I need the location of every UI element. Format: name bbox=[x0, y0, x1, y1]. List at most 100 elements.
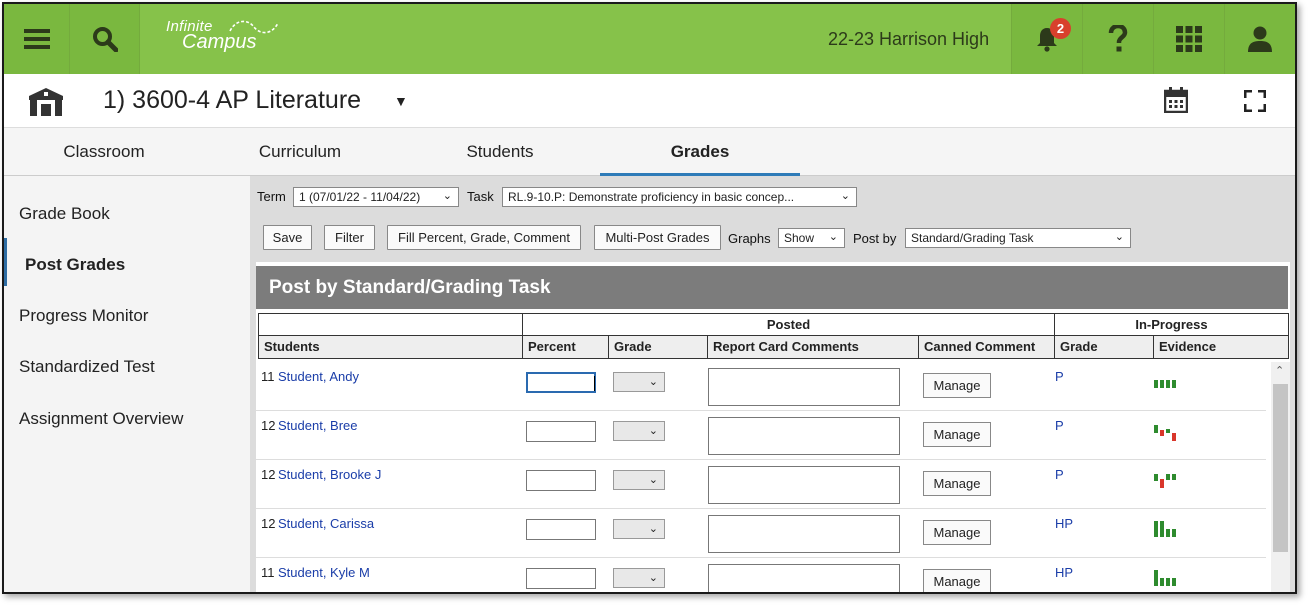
user-icon bbox=[1248, 26, 1272, 52]
chevron-down-icon: ⌄ bbox=[648, 572, 658, 584]
chevron-down-icon: ⌄ bbox=[648, 523, 658, 535]
in-progress-grade-link[interactable]: P bbox=[1055, 369, 1064, 384]
grade-select[interactable]: ⌄ bbox=[613, 372, 665, 392]
evidence-graph-icon[interactable] bbox=[1153, 421, 1183, 443]
page-title[interactable]: 1) 3600-4 AP Literature bbox=[103, 86, 361, 115]
apps-grid-icon bbox=[1176, 26, 1202, 52]
student-name-link[interactable]: Student, Andy bbox=[278, 369, 359, 384]
in-progress-grade-link[interactable]: P bbox=[1055, 418, 1064, 433]
scrollbar-thumb[interactable] bbox=[1273, 384, 1288, 552]
notifications-button[interactable]: 2 bbox=[1011, 4, 1082, 74]
report-card-comment-textarea[interactable] bbox=[708, 417, 900, 455]
evidence-graph-icon[interactable] bbox=[1153, 470, 1183, 492]
sidebar-item-grade-book[interactable]: Grade Book bbox=[19, 204, 110, 224]
apps-button[interactable] bbox=[1153, 4, 1224, 74]
school-building-icon[interactable] bbox=[29, 88, 63, 116]
sidebar-item-standardized-test[interactable]: Standardized Test bbox=[19, 357, 155, 377]
column-header-percent: Percent bbox=[522, 336, 609, 359]
student-name-link[interactable]: Student, Kyle M bbox=[278, 565, 370, 580]
student-grade-level: 12 bbox=[261, 467, 276, 482]
grade-select[interactable]: ⌄ bbox=[613, 470, 665, 490]
search-button[interactable] bbox=[70, 4, 140, 74]
calendar-icon[interactable] bbox=[1164, 87, 1188, 113]
chevron-down-icon: ⌄ bbox=[840, 190, 850, 202]
save-button[interactable]: Save bbox=[263, 225, 312, 250]
student-grade-level: 12 bbox=[261, 516, 276, 531]
term-label: Term bbox=[257, 189, 286, 204]
post-grades-panel: Post by Standard/Grading Task Posted In-… bbox=[256, 262, 1290, 592]
search-icon bbox=[92, 27, 118, 52]
student-grade-level: 11 bbox=[261, 369, 275, 384]
fullscreen-icon[interactable] bbox=[1244, 90, 1266, 112]
sidebar-item-progress-monitor[interactable]: Progress Monitor bbox=[19, 306, 148, 326]
tab-grades[interactable]: Grades bbox=[600, 128, 800, 176]
column-header-ip-grade: Grade bbox=[1054, 336, 1154, 359]
multi-post-grades-button[interactable]: Multi-Post Grades bbox=[594, 225, 721, 250]
student-name-link[interactable]: Student, Brooke J bbox=[278, 467, 381, 482]
manage-canned-comment-button[interactable]: Manage bbox=[923, 471, 991, 496]
school-name[interactable]: 22-23 Harrison High bbox=[828, 29, 989, 50]
report-card-comment-textarea[interactable] bbox=[708, 368, 900, 406]
chevron-down-icon: ⌄ bbox=[1114, 231, 1124, 243]
grade-select[interactable]: ⌄ bbox=[613, 421, 665, 441]
menu-icon bbox=[23, 29, 50, 49]
sidebar-item-assignment-overview[interactable]: Assignment Overview bbox=[19, 409, 183, 429]
term-select-value: 1 (07/01/22 - 11/04/22) bbox=[299, 190, 421, 204]
main-content: Term 1 (07/01/22 - 11/04/22) ⌄ Task RL.9… bbox=[250, 176, 1295, 592]
panel-title: Post by Standard/Grading Task bbox=[256, 266, 1288, 309]
report-card-comment-textarea[interactable] bbox=[708, 466, 900, 504]
graphs-select[interactable]: Show ⌄ bbox=[778, 228, 845, 248]
chevron-down-icon: ⌄ bbox=[828, 231, 838, 243]
evidence-graph-icon[interactable] bbox=[1153, 519, 1183, 541]
section-dropdown-icon[interactable]: ▼ bbox=[394, 93, 408, 109]
percent-input[interactable] bbox=[526, 470, 596, 491]
post-by-select[interactable]: Standard/Grading Task ⌄ bbox=[905, 228, 1131, 248]
in-progress-grade-link[interactable]: P bbox=[1055, 467, 1064, 482]
table-row: 12 Student, Bree ⌄ Manage P bbox=[256, 411, 1266, 460]
percent-input[interactable] bbox=[526, 568, 596, 589]
percent-input[interactable] bbox=[526, 519, 596, 540]
help-icon bbox=[1108, 25, 1128, 52]
task-select[interactable]: RL.9-10.P: Demonstrate proficiency in ba… bbox=[502, 187, 857, 207]
term-select[interactable]: 1 (07/01/22 - 11/04/22) ⌄ bbox=[293, 187, 459, 207]
column-header-evidence: Evidence bbox=[1153, 336, 1289, 359]
sidebar-item-post-grades[interactable]: Post Grades bbox=[25, 255, 125, 275]
chevron-down-icon: ⌄ bbox=[442, 190, 452, 202]
filter-button[interactable]: Filter bbox=[324, 225, 375, 250]
tab-classroom[interactable]: Classroom bbox=[4, 128, 204, 176]
in-progress-grade-link[interactable]: HP bbox=[1055, 516, 1073, 531]
in-progress-grade-link[interactable]: HP bbox=[1055, 565, 1073, 580]
report-card-comment-textarea[interactable] bbox=[708, 564, 900, 592]
tab-curriculum[interactable]: Curriculum bbox=[200, 128, 400, 176]
table-scrollbar[interactable]: ⌃ bbox=[1271, 362, 1290, 592]
manage-canned-comment-button[interactable]: Manage bbox=[923, 422, 991, 447]
grade-select[interactable]: ⌄ bbox=[613, 568, 665, 588]
percent-input[interactable] bbox=[526, 421, 596, 442]
notification-badge: 2 bbox=[1050, 18, 1071, 39]
evidence-graph-icon[interactable] bbox=[1153, 372, 1183, 394]
user-account-button[interactable] bbox=[1224, 4, 1295, 74]
percent-input[interactable] bbox=[526, 372, 596, 393]
evidence-graph-icon[interactable] bbox=[1153, 568, 1183, 590]
header-in-progress: In-Progress bbox=[1054, 313, 1289, 336]
student-name-link[interactable]: Student, Bree bbox=[278, 418, 358, 433]
help-button[interactable] bbox=[1082, 4, 1153, 74]
student-name-link[interactable]: Student, Carissa bbox=[278, 516, 374, 531]
fill-percent-grade-comment-button[interactable]: Fill Percent, Grade, Comment bbox=[387, 225, 581, 250]
menu-button[interactable] bbox=[4, 4, 70, 74]
sidebar: Grade Book Post Grades Progress Monitor … bbox=[4, 176, 250, 592]
infinite-campus-logo[interactable]: Infinite Campus bbox=[166, 18, 279, 54]
scroll-up-icon[interactable]: ⌃ bbox=[1275, 364, 1284, 377]
manage-canned-comment-button[interactable]: Manage bbox=[923, 373, 991, 398]
grade-select[interactable]: ⌄ bbox=[613, 519, 665, 539]
manage-canned-comment-button[interactable]: Manage bbox=[923, 569, 991, 592]
column-header-students[interactable]: Students bbox=[258, 336, 523, 359]
manage-canned-comment-button[interactable]: Manage bbox=[923, 520, 991, 545]
app-window: Infinite Campus 22-23 Harrison High 2 1)… bbox=[2, 2, 1297, 594]
student-grade-level: 12 bbox=[261, 418, 276, 433]
student-grade-level: 11 bbox=[261, 565, 275, 580]
tab-students[interactable]: Students bbox=[400, 128, 600, 176]
post-by-label: Post by bbox=[853, 231, 897, 246]
report-card-comment-textarea[interactable] bbox=[708, 515, 900, 553]
header-posted: Posted bbox=[522, 313, 1055, 336]
